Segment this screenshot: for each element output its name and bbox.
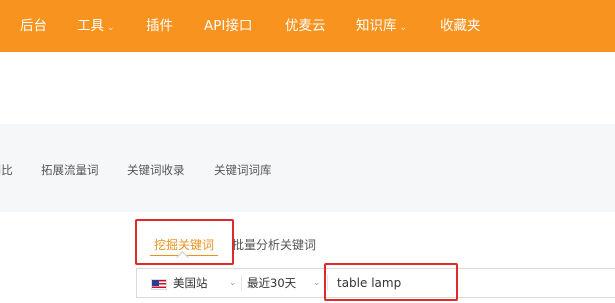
date-range-label: 最近30天 bbox=[247, 276, 297, 290]
nav-item-label: 知识库 bbox=[356, 18, 397, 34]
subnav-item-keyword-indexing[interactable]: 关键词收录 bbox=[127, 162, 185, 178]
secondary-navigation: i比 拓展流量词 关键词收录 关键词词库 bbox=[0, 124, 615, 212]
nav-item-backend[interactable]: 后台 bbox=[20, 0, 47, 52]
nav-item-label: 后台 bbox=[20, 18, 47, 34]
nav-item-label: 收藏夹 bbox=[440, 18, 481, 34]
divider bbox=[241, 275, 242, 291]
subnav-item-compare[interactable]: i比 bbox=[0, 162, 13, 178]
date-range-select[interactable]: 最近30天 bbox=[247, 269, 296, 297]
highlight-box-tab bbox=[135, 219, 234, 265]
marketplace-select[interactable]: 美国站 bbox=[173, 269, 208, 297]
subnav-item-label: 关键词词库 bbox=[214, 163, 272, 177]
nav-item-label: 工具 bbox=[77, 18, 104, 34]
nav-item-label: API接口 bbox=[204, 18, 253, 34]
chevron-down-icon: ⌄ bbox=[107, 23, 115, 33]
tab-batch-analyze-keywords[interactable]: 批量分析关键词 bbox=[232, 236, 316, 253]
nav-item-label: 优麦云 bbox=[285, 18, 326, 34]
subnav-item-label: i比 bbox=[0, 163, 13, 177]
marketplace-label: 美国站 bbox=[173, 276, 208, 290]
nav-item-youmaiyun[interactable]: 优麦云 bbox=[285, 0, 326, 52]
nav-item-knowledge-base[interactable]: 知识库 ⌄ bbox=[356, 0, 407, 52]
chevron-down-icon: ⌄ bbox=[399, 23, 408, 33]
nav-item-favorites[interactable]: 收藏夹 bbox=[440, 0, 481, 52]
nav-item-tools[interactable]: 工具 ⌄ bbox=[77, 0, 115, 52]
tab-label: 批量分析关键词 bbox=[232, 238, 317, 252]
chevron-down-icon[interactable]: ⌄ bbox=[313, 269, 321, 297]
nav-item-plugins[interactable]: 插件 bbox=[146, 0, 173, 52]
top-navigation-bar: 后台 工具 ⌄ 插件 API接口 优麦云 知识库 ⌄ 收藏夹 bbox=[0, 0, 615, 52]
chevron-down-icon[interactable]: ⌄ bbox=[229, 269, 237, 297]
subnav-item-label: 拓展流量词 bbox=[41, 163, 99, 177]
nav-item-api[interactable]: API接口 bbox=[204, 0, 252, 52]
subnav-item-label: 关键词收录 bbox=[127, 163, 185, 177]
us-flag-icon bbox=[151, 279, 167, 290]
nav-item-label: 插件 bbox=[146, 18, 173, 34]
highlight-box-keyword-input bbox=[324, 263, 458, 301]
subnav-item-keyword-library[interactable]: 关键词词库 bbox=[214, 162, 272, 178]
subnav-item-traffic-keywords[interactable]: 拓展流量词 bbox=[41, 162, 99, 178]
